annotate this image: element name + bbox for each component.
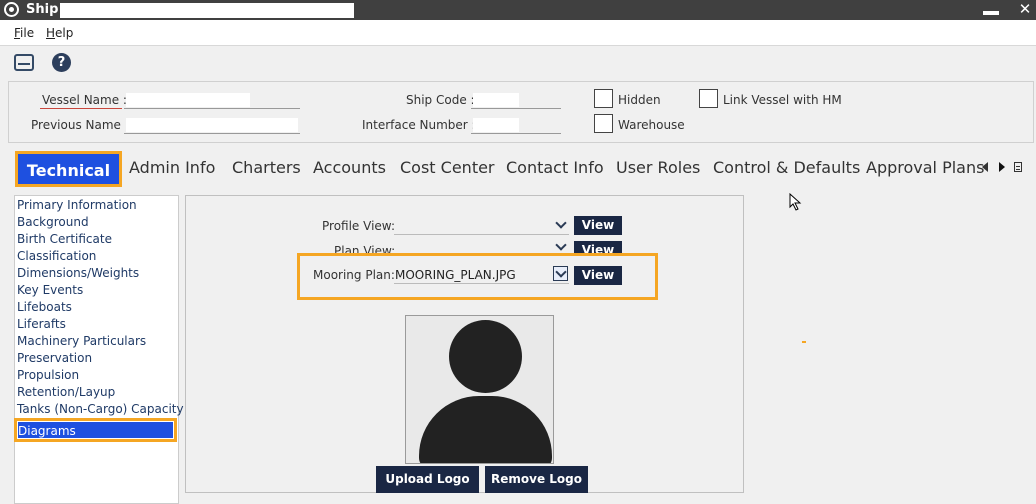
side-item-diagrams[interactable]: Diagrams bbox=[14, 418, 177, 442]
ship-code-underline bbox=[471, 108, 561, 109]
tab-charters[interactable]: Charters bbox=[232, 158, 301, 178]
toolbar bbox=[0, 46, 1036, 80]
menu-file[interactable]: File bbox=[14, 25, 34, 41]
side-item-retention-layup[interactable]: Retention/Layup bbox=[17, 385, 115, 400]
plan-view-button[interactable]: View bbox=[574, 241, 622, 253]
app-icon bbox=[4, 2, 19, 17]
side-item-lifeboats[interactable]: Lifeboats bbox=[17, 300, 72, 315]
tab-cost-center[interactable]: Cost Center bbox=[400, 158, 495, 178]
side-item-machinery-particulars[interactable]: Machinery Particulars bbox=[17, 334, 146, 349]
mooring-plan-view-button[interactable]: View bbox=[574, 266, 622, 285]
remove-logo-button[interactable]: Remove Logo bbox=[485, 466, 588, 493]
mooring-plan-label: Mooring Plan: bbox=[313, 268, 395, 282]
tab-scroll-left-icon[interactable] bbox=[982, 162, 988, 172]
tab-user-roles[interactable]: User Roles bbox=[616, 158, 700, 178]
profile-view-select[interactable] bbox=[394, 234, 569, 235]
side-item-preservation[interactable]: Preservation bbox=[17, 351, 92, 366]
profile-view-label: Profile View: bbox=[322, 219, 395, 233]
side-item-birth-certificate[interactable]: Birth Certificate bbox=[17, 232, 112, 247]
side-item-liferafts[interactable]: Liferafts bbox=[17, 317, 66, 332]
window-title-field bbox=[60, 3, 354, 18]
tab-control-defaults[interactable]: Control & Defaults bbox=[713, 158, 860, 178]
tab-list-icon[interactable] bbox=[1014, 162, 1022, 172]
menu-bar: File Help bbox=[0, 20, 1036, 46]
previous-name-input[interactable] bbox=[126, 118, 298, 132]
side-item-primary-information[interactable]: Primary Information bbox=[17, 198, 137, 213]
logo-placeholder bbox=[405, 315, 554, 464]
side-item-tanks-capacity[interactable]: Tanks (Non-Cargo) Capacity bbox=[17, 402, 184, 417]
mooring-plan-value[interactable]: MOORING_PLAN.JPG bbox=[395, 268, 516, 282]
side-item-classification[interactable]: Classification bbox=[17, 249, 96, 264]
minimize-icon[interactable] bbox=[983, 3, 999, 17]
vessel-name-label: Vessel Name : bbox=[42, 93, 127, 107]
interface-number-underline bbox=[471, 133, 561, 134]
drive-icon[interactable] bbox=[14, 54, 34, 71]
warehouse-label: Warehouse bbox=[618, 118, 685, 132]
previous-name-label: Previous Name : bbox=[31, 118, 129, 132]
hidden-label: Hidden bbox=[618, 93, 661, 107]
person-body-icon bbox=[419, 396, 552, 463]
hidden-checkbox[interactable] bbox=[594, 89, 613, 108]
plan-view-label: Plan View: bbox=[334, 244, 396, 253]
mooring-plan-select[interactable] bbox=[394, 283, 569, 284]
tab-accounts[interactable]: Accounts bbox=[313, 158, 386, 178]
side-item-key-events[interactable]: Key Events bbox=[17, 283, 83, 298]
link-vessel-checkbox[interactable] bbox=[699, 89, 718, 108]
mooring-plan-chevron-down-icon[interactable] bbox=[553, 266, 568, 281]
interface-number-input[interactable] bbox=[473, 118, 519, 132]
help-icon[interactable]: ? bbox=[52, 53, 71, 72]
tab-admin-info[interactable]: Admin Info bbox=[129, 158, 215, 178]
side-item-dimensions-weights[interactable]: Dimensions/Weights bbox=[17, 266, 139, 281]
ship-code-label: Ship Code : bbox=[406, 93, 475, 107]
close-icon[interactable]: ✕ bbox=[1014, 0, 1036, 18]
menu-help[interactable]: Help bbox=[46, 25, 73, 41]
profile-view-button[interactable]: View bbox=[574, 216, 622, 235]
side-item-propulsion[interactable]: Propulsion bbox=[17, 368, 79, 383]
vessel-name-underline bbox=[124, 108, 300, 109]
person-head-icon bbox=[449, 320, 522, 393]
highlight-dot bbox=[802, 341, 806, 343]
link-vessel-label: Link Vessel with HM bbox=[723, 93, 842, 107]
warehouse-checkbox[interactable] bbox=[594, 114, 613, 133]
side-item-background[interactable]: Background bbox=[17, 215, 89, 230]
mouse-cursor-icon bbox=[789, 193, 802, 211]
tab-contact-info[interactable]: Contact Info bbox=[506, 158, 604, 178]
tab-approval-plans[interactable]: Approval Plans bbox=[866, 158, 984, 178]
previous-name-underline bbox=[124, 133, 300, 134]
upload-logo-button[interactable]: Upload Logo bbox=[376, 466, 479, 493]
vessel-name-required-underline bbox=[40, 108, 122, 109]
side-item-diagrams-selected: Diagrams bbox=[18, 422, 173, 438]
vessel-name-input[interactable] bbox=[126, 93, 250, 107]
side-item-diagrams-label: Diagrams bbox=[18, 424, 76, 438]
tab-technical[interactable]: Technical bbox=[15, 151, 122, 187]
interface-number-label: Interface Number : bbox=[362, 118, 476, 132]
tab-scroll-right-icon[interactable] bbox=[999, 162, 1005, 172]
ship-code-input[interactable] bbox=[473, 93, 519, 107]
